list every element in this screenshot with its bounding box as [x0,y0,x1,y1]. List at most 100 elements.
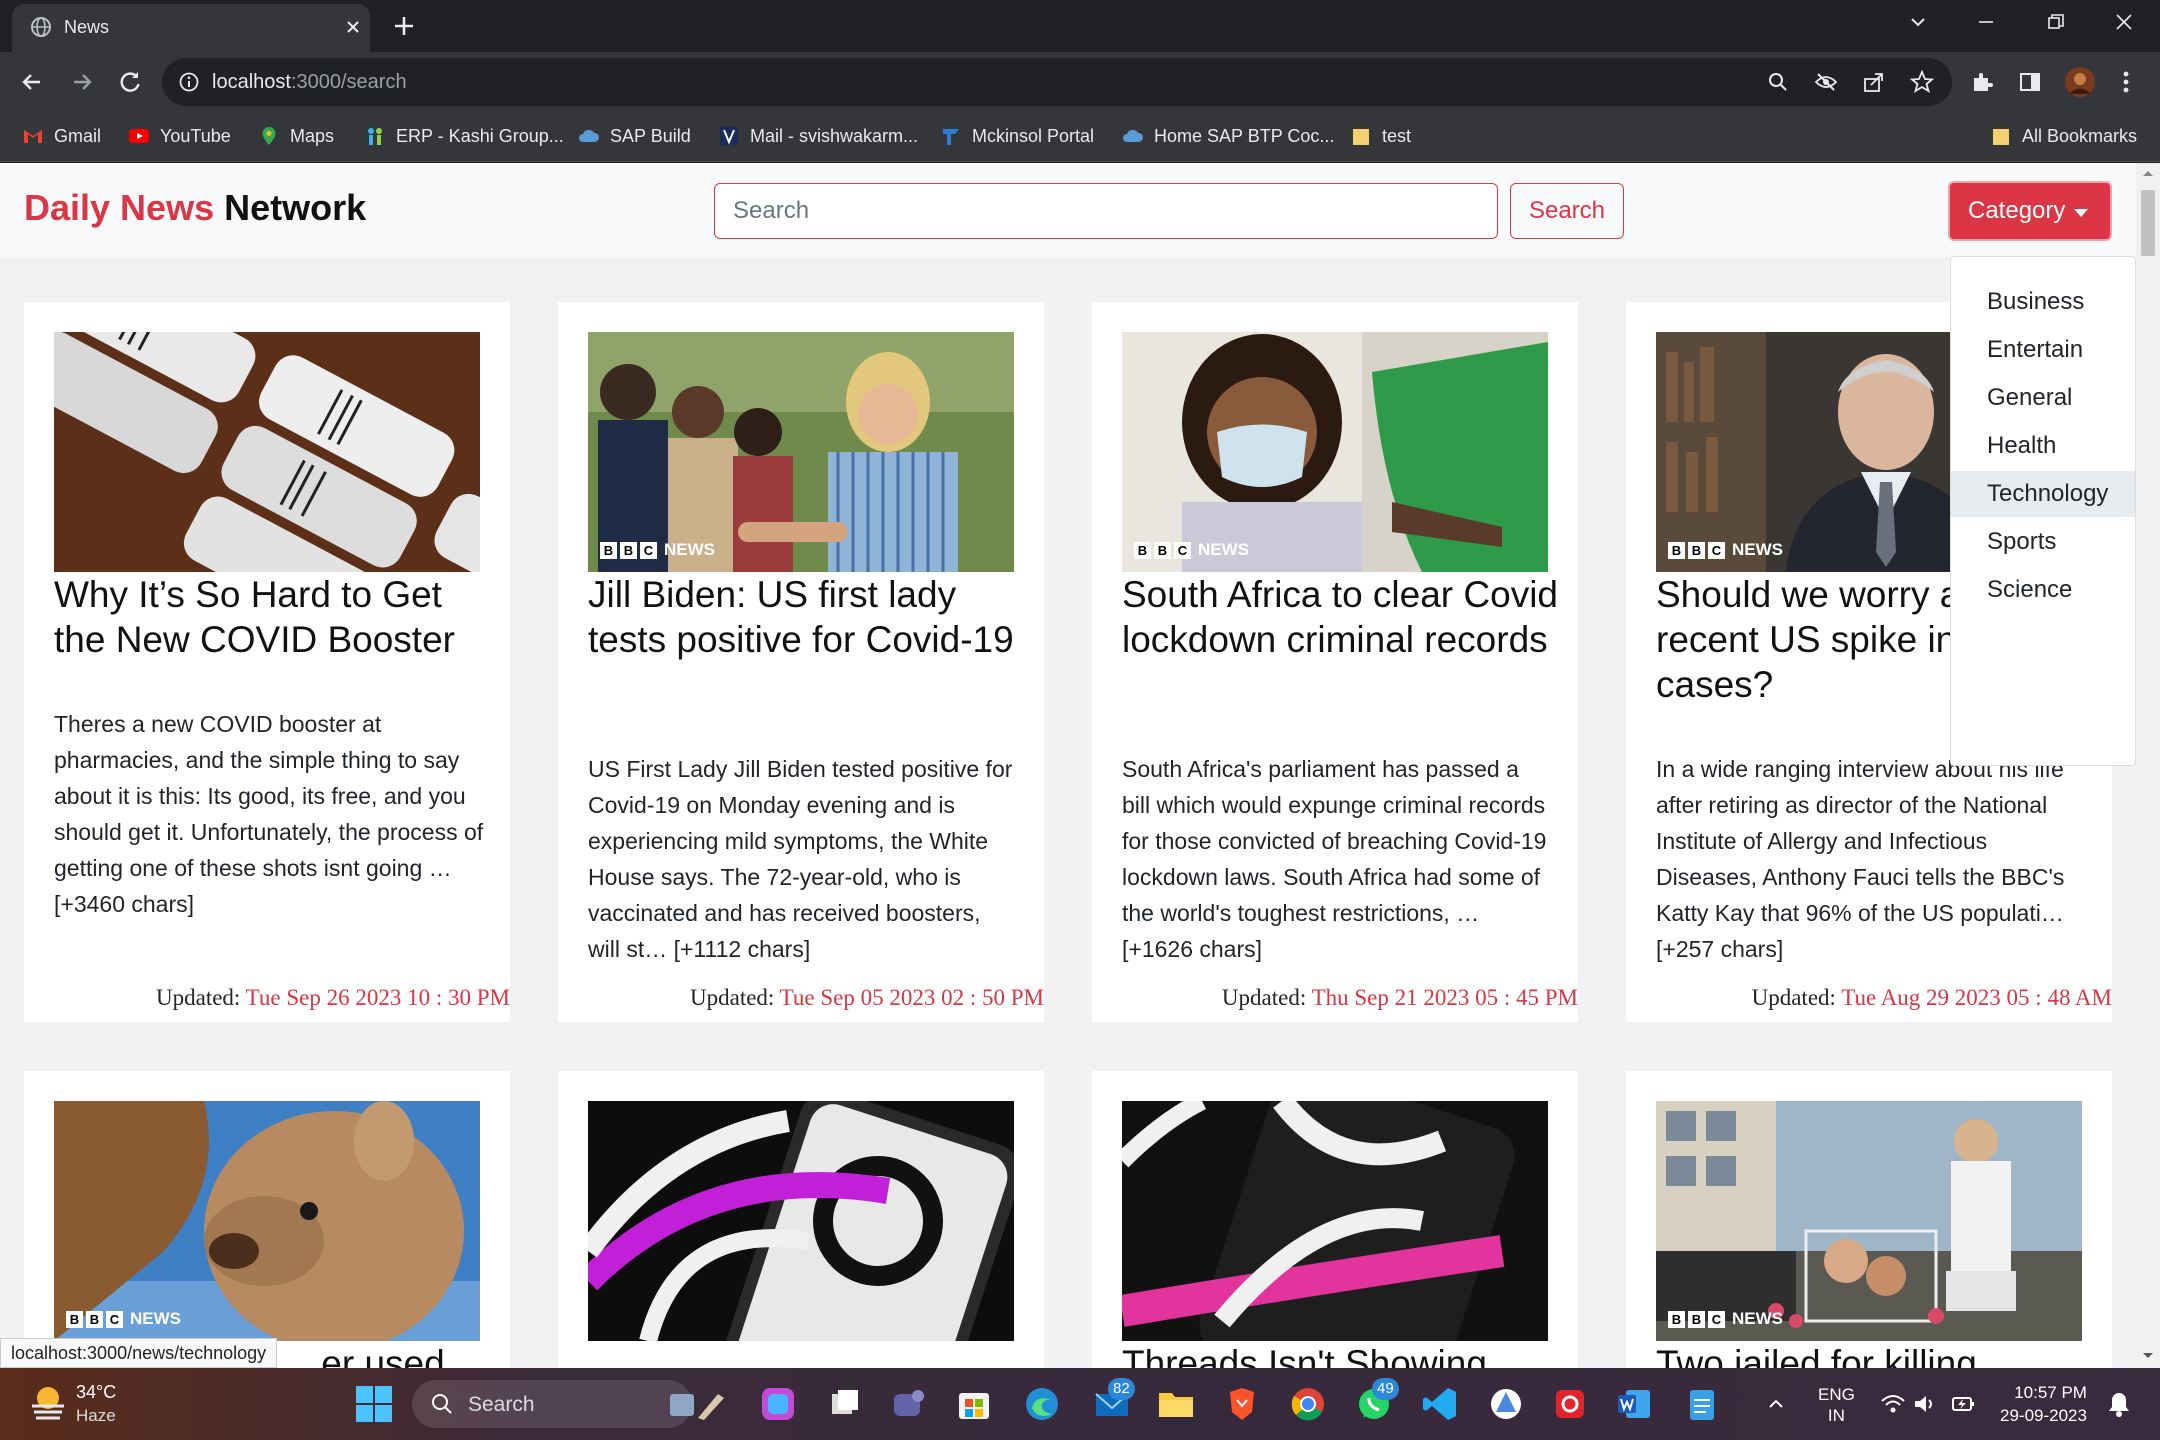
vscode-icon[interactable] [1420,1384,1460,1424]
news-card[interactable]: Threads Isn't Showing [1092,1071,1578,1368]
brand-logo[interactable]: Daily News Network [24,187,366,229]
caret-down-icon [2074,209,2088,217]
scrollbar-thumb[interactable] [2141,190,2155,256]
side-panel-icon[interactable] [2018,70,2042,94]
article-title[interactable]: Threads Isn't Showing [1122,1341,1562,1368]
teams-icon[interactable] [888,1384,928,1424]
word-icon[interactable] [1614,1384,1654,1424]
news-card[interactable] [558,1071,1044,1368]
bookmark-sap-btp[interactable]: Home SAP BTP Coc... [1122,122,1334,150]
news-card[interactable]: B B C NEWS Jill Biden: US first lady tests … [558,302,1044,1022]
search-highlight-icon [670,1394,724,1420]
taskbar-search[interactable]: Search [412,1380,724,1428]
article-image [588,1101,1014,1341]
browser-tab[interactable]: News [12,4,370,52]
bookmark-maps[interactable]: Maps [258,122,334,150]
weather-widget[interactable]: 34°C Haze [28,1382,116,1425]
file-explorer-icon[interactable] [1156,1384,1196,1424]
article-image [54,332,480,572]
close-tab-icon[interactable] [342,16,364,38]
bbc-news-logo: B B C NEWS [66,1309,181,1329]
search-button[interactable]: Search [1510,183,1624,239]
youtube-icon [129,129,149,143]
maps-pin-icon [262,127,276,145]
system-clock[interactable]: 10:57 PM 29-09-2023 [2000,1381,2087,1427]
news-card[interactable]: B B C NEWS Two jailed for killing [1626,1071,2112,1368]
battery-charging-icon[interactable] [1950,1392,1976,1416]
article-title[interactable]: Why It’s So Hard to Get the New COVID Bo… [54,572,494,662]
whatsapp-badge: 49 [1372,1378,1399,1400]
chevron-up-icon[interactable] [1764,1392,1788,1416]
page-scrollbar[interactable] [2136,163,2160,1368]
eye-off-icon[interactable] [1814,70,1838,94]
copilot-icon[interactable] [758,1384,798,1424]
cloud-icon [579,129,600,142]
bookmark-youtube[interactable]: YouTube [128,122,231,150]
bookmark-gmail[interactable]: Gmail [22,122,101,150]
category-sports[interactable]: Sports [1951,519,2135,565]
category-general[interactable]: General [1951,375,2135,421]
info-icon[interactable] [178,71,200,93]
brave-icon[interactable] [1222,1384,1262,1424]
close-window-icon[interactable] [2112,10,2136,34]
bookmark-test[interactable]: test [1350,122,1411,150]
category-entertain[interactable]: Entertain [1951,327,2135,373]
article-description: US First Lady Jill Biden tested positive… [588,756,1013,962]
bookmark-sap-build[interactable]: SAP Build [578,122,691,150]
category-technology[interactable]: Technology [1951,471,2135,517]
folder-icon [1993,129,2009,145]
edge-icon[interactable] [1022,1384,1062,1424]
category-science[interactable]: Science [1951,567,2135,613]
article-image: B B C NEWS [54,1101,480,1341]
profile-avatar[interactable] [2064,66,2096,98]
article-image: B B C NEWS [1122,332,1548,572]
app-launcher-icon[interactable] [1486,1384,1526,1424]
article-title[interactable]: Two jailed for killing [1656,1341,2096,1368]
language-indicator[interactable]: ENG IN [1818,1384,1855,1426]
extensions-icon[interactable] [1970,70,1994,94]
windows-start-icon[interactable] [354,1384,394,1424]
new-tab-icon[interactable] [390,12,418,40]
media-app-icon[interactable] [1550,1384,1590,1424]
bbc-news-logo: B B C NEWS [1668,1309,1783,1329]
news-card[interactable]: Why It’s So Hard to Get the New COVID Bo… [24,302,510,1022]
bookmark-mckinsol[interactable]: Mckinsol Portal [940,122,1094,150]
article-title[interactable]: Jill Biden: US first lady tests positive… [588,572,1028,662]
restore-icon[interactable] [2044,10,2068,34]
news-card[interactable]: B B C NEWS … er used [24,1071,510,1368]
back-icon[interactable] [18,68,46,96]
link-status-bar: localhost:3000/news/technology [0,1338,278,1368]
menu-kebab-icon[interactable] [2118,68,2134,96]
zoom-search-icon[interactable] [1766,70,1790,94]
search-input[interactable] [714,183,1498,239]
category-dropdown-button[interactable]: Category [1948,181,2112,241]
scroll-down-arrow-icon[interactable] [2136,1346,2160,1366]
category-business[interactable]: Business [1951,279,2135,325]
address-bar[interactable]: localhost:3000/search [162,58,1952,106]
news-card[interactable]: B B C NEWS South Africa to clear Covid lock… [1092,302,1578,1022]
article-image: B B C NEWS [1656,1101,2082,1341]
scroll-up-arrow-icon[interactable] [2136,163,2160,183]
bookmark-erp[interactable]: ERP - Kashi Group... [364,122,564,150]
minimize-icon[interactable] [1974,10,1998,34]
tab-search-chevron-icon[interactable] [1906,10,1930,34]
mail-logo-icon [720,127,738,145]
tab-title: News [64,17,110,37]
forward-icon[interactable] [68,68,96,96]
bbc-news-logo: B B C NEWS [600,540,715,560]
reload-icon[interactable] [116,68,144,96]
chrome-icon[interactable] [1288,1384,1328,1424]
task-view-icon[interactable] [824,1384,864,1424]
wifi-icon[interactable] [1880,1392,1906,1416]
bookmark-star-icon[interactable] [1910,70,1934,94]
bookmark-all[interactable]: All Bookmarks [1990,122,2137,150]
bookmark-mail[interactable]: Mail - svishwakarm... [718,122,918,150]
notepad-icon[interactable] [1682,1384,1722,1424]
category-health[interactable]: Health [1951,423,2135,469]
article-title[interactable]: South Africa to clear Covid lockdown cri… [1122,572,1562,662]
notification-bell-icon[interactable] [2106,1390,2132,1418]
store-icon[interactable] [954,1384,994,1424]
share-icon[interactable] [1862,70,1886,94]
search-icon [432,1394,452,1414]
volume-icon[interactable] [1912,1392,1938,1416]
